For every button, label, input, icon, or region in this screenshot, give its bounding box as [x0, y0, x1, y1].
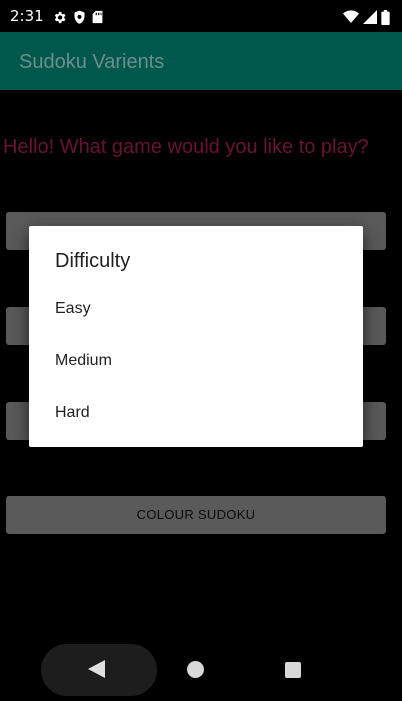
- back-icon[interactable]: [88, 660, 105, 682]
- sd-card-icon: [92, 10, 103, 24]
- dialog-title: Difficulty: [55, 250, 131, 272]
- recents-icon[interactable]: [285, 662, 301, 678]
- difficulty-dialog: Difficulty Easy Medium Hard: [29, 226, 363, 447]
- app-title: Sudoku Varients: [19, 51, 165, 73]
- wifi-icon: [343, 10, 359, 24]
- home-icon[interactable]: [187, 661, 204, 678]
- difficulty-option-hard[interactable]: Hard: [29, 387, 363, 439]
- app-bar: Sudoku Varients: [0, 32, 402, 90]
- signal-icon: [363, 10, 377, 24]
- difficulty-option-easy[interactable]: Easy: [29, 283, 363, 335]
- greeting-text: Hello! What game would you like to play?: [3, 136, 369, 158]
- difficulty-option-medium[interactable]: Medium: [29, 335, 363, 387]
- status-bar: 2:31: [0, 0, 402, 32]
- status-time: 2:31: [10, 7, 44, 25]
- colour-sudoku-button[interactable]: COLOUR SUDOKU: [6, 496, 386, 534]
- status-left-icons: [52, 9, 103, 25]
- settings-icon: [52, 10, 67, 25]
- battery-icon: [381, 9, 390, 25]
- app-screen: 2:31 Sudoku Varients Hello! What game wo…: [0, 0, 402, 701]
- status-right-icons: [343, 9, 390, 25]
- shield-icon: [73, 10, 86, 25]
- navigation-bar: [0, 644, 402, 701]
